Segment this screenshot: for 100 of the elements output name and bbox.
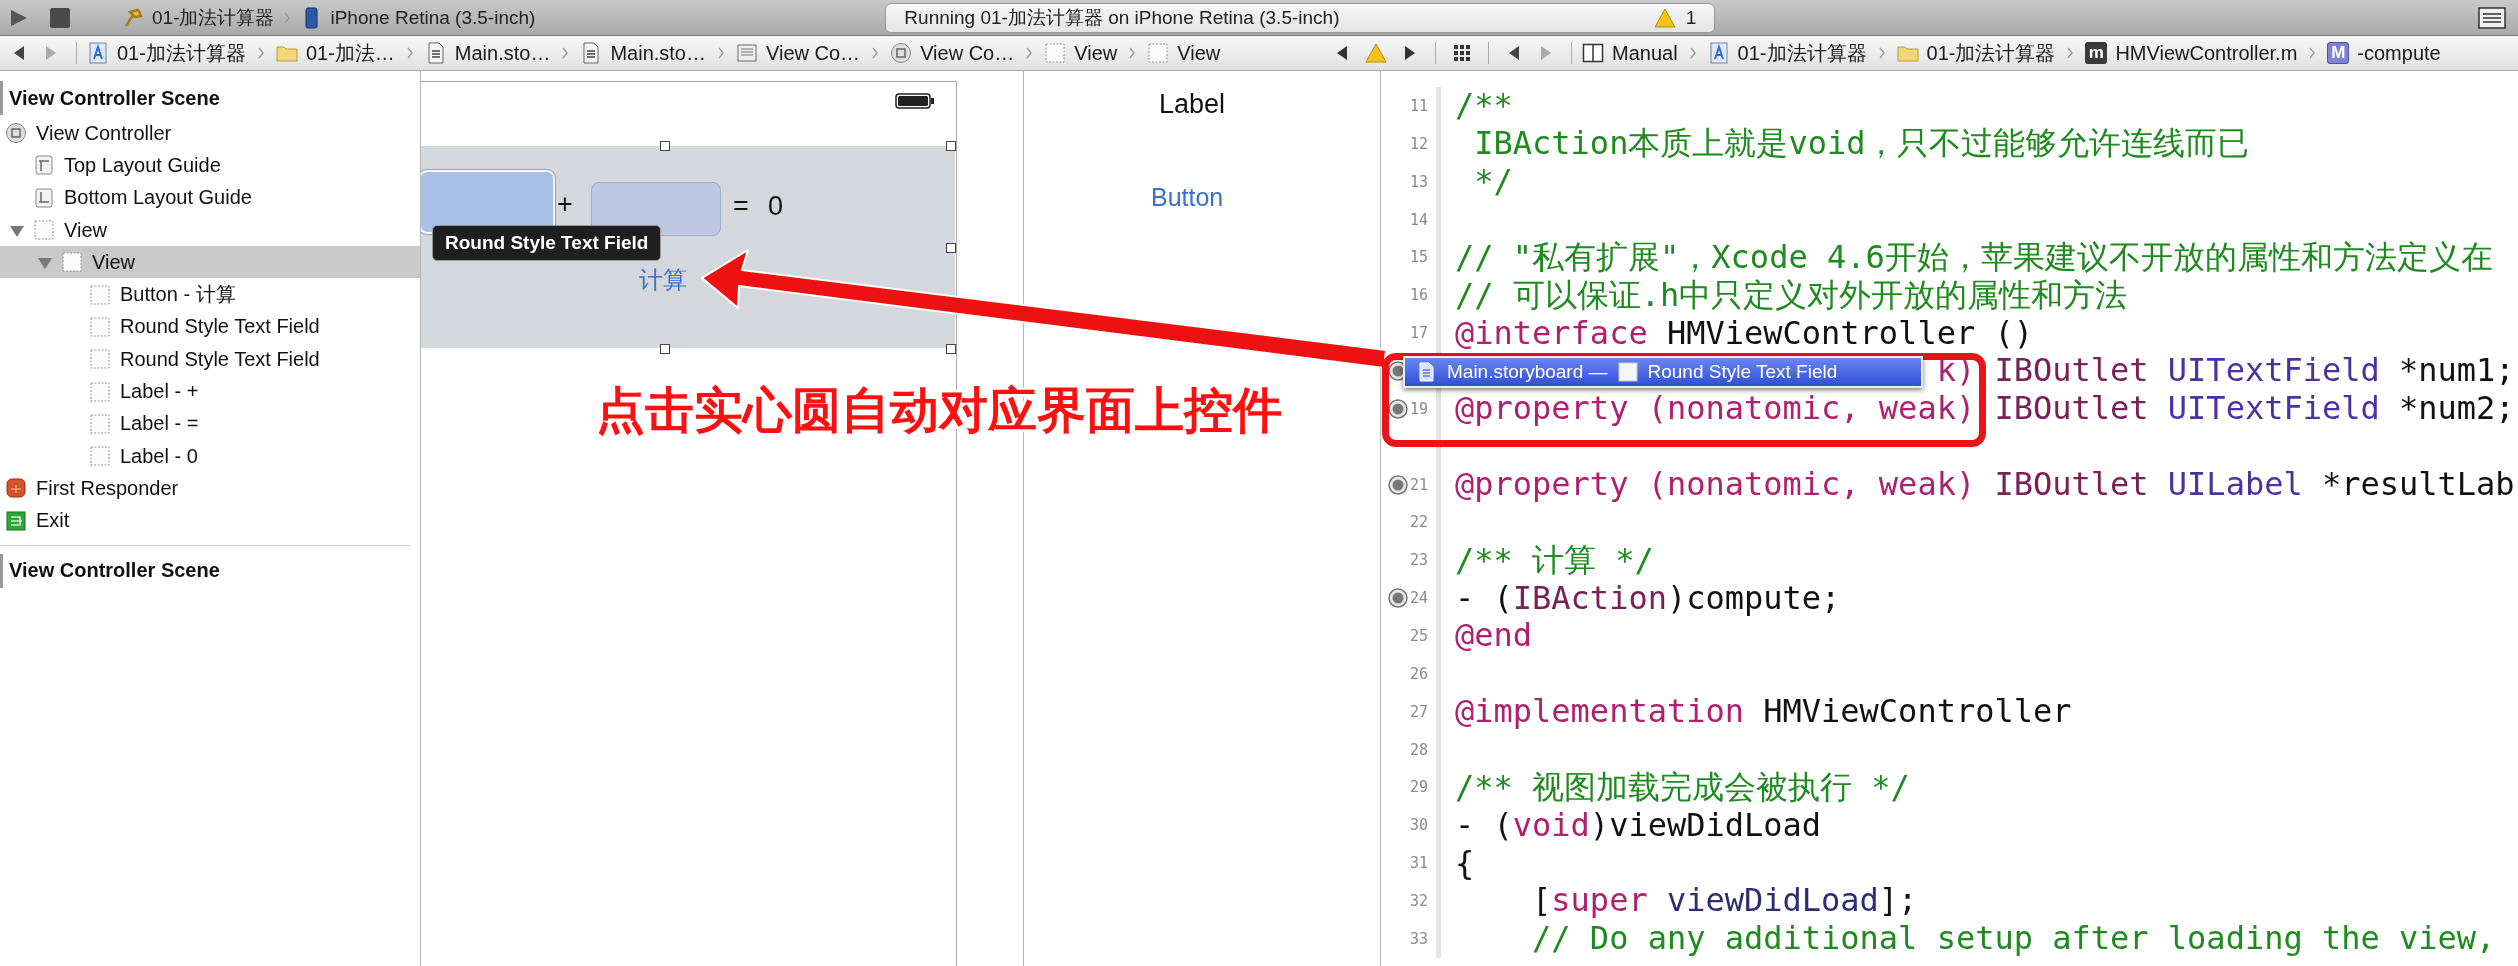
breadcrumb-item[interactable]: 01-加法计算器 xyxy=(1737,39,1867,67)
chevron-icon xyxy=(716,45,726,61)
line-number: 12 xyxy=(1409,134,1428,153)
outline-row[interactable]: Round Style Text Field xyxy=(0,310,420,344)
blueprint-icon xyxy=(87,42,109,64)
breadcrumb-item[interactable]: View Co… xyxy=(766,41,861,65)
code-line: @interface HMViewController () xyxy=(1455,314,2033,352)
breadcrumb-item[interactable]: 01-加法计算器 xyxy=(117,39,246,67)
outline-row[interactable]: View xyxy=(0,213,420,247)
breadcrumb-item[interactable]: -compute xyxy=(2357,41,2441,65)
code-line: // "私有扩展"，Xcode 4.6开始，苹果建议不开放的属性和方法定义在 xyxy=(1455,238,2493,276)
warning-icon[interactable] xyxy=(1365,42,1387,64)
outline-row[interactable]: Exit xyxy=(0,504,420,537)
outline-row[interactable]: Round Style Text Field xyxy=(0,343,420,376)
stop-icon[interactable] xyxy=(48,5,72,30)
breadcrumb-item[interactable]: HMViewController.m xyxy=(2115,41,2298,65)
destination-name[interactable]: iPhone Retina (3.5-inch) xyxy=(330,6,536,29)
popup-file-text: Main.storyboard — xyxy=(1447,361,1608,383)
line-number: 17 xyxy=(1409,324,1428,343)
resize-handle[interactable] xyxy=(660,141,670,151)
outline-row[interactable]: Button - 计算 xyxy=(0,278,420,311)
breadcrumb-item[interactable]: Main.sto… xyxy=(610,41,706,65)
resize-handle[interactable] xyxy=(946,344,956,354)
dotted-square-icon xyxy=(33,219,55,242)
code-line: IBAction本质上就是void，只不过能够允许连线而已 xyxy=(1473,125,2250,163)
dotted-square-icon xyxy=(1147,42,1170,64)
scheme-name[interactable]: 01-加法计算器 xyxy=(152,4,275,31)
breadcrumb-item[interactable]: 01-加法计算器 xyxy=(1926,39,2056,67)
line-number: 32 xyxy=(1409,891,1428,910)
line-number: 24 xyxy=(1409,589,1428,608)
outline-row[interactable]: Bottom Layout Guide xyxy=(0,181,420,214)
code-line: */ xyxy=(1473,163,1513,201)
line-number: 28 xyxy=(1409,740,1428,759)
tooltip: Round Style Text Field xyxy=(432,225,662,261)
breadcrumb-item[interactable]: 01-加法… xyxy=(305,39,395,67)
line-number: 26 xyxy=(1409,664,1428,683)
cube-icon xyxy=(5,477,27,500)
line-number: 22 xyxy=(1409,513,1428,532)
outline-row[interactable]: Label - + xyxy=(0,375,420,408)
outline-row[interactable]: Top Layout Guide xyxy=(0,149,420,182)
line-number: 13 xyxy=(1409,172,1428,191)
grid-icon[interactable] xyxy=(1452,43,1472,63)
outlet-circle-icon[interactable] xyxy=(1387,397,1409,420)
breadcrumb-item[interactable]: View Co… xyxy=(920,41,1015,65)
list-icon[interactable] xyxy=(2478,5,2506,30)
blueprint-icon xyxy=(1707,42,1730,64)
dotted-square-icon xyxy=(1044,42,1067,64)
square-icon xyxy=(1617,362,1638,382)
label-text: Label xyxy=(1159,89,1226,120)
line-number: 11 xyxy=(1409,96,1428,115)
dotted-square-icon xyxy=(89,445,111,468)
hammer-icon xyxy=(122,6,144,29)
document-icon xyxy=(1417,362,1437,382)
warning-icon xyxy=(1653,6,1676,29)
line-number: 16 xyxy=(1409,286,1428,305)
exit-icon xyxy=(5,509,27,532)
code-line: /** 视图加载完成会被执行 */ xyxy=(1455,768,1910,806)
dotted-square-icon xyxy=(89,283,111,306)
dotted-square-icon xyxy=(89,315,111,338)
line-number: 14 xyxy=(1409,210,1428,229)
plus-label: + xyxy=(557,189,573,220)
resize-handle[interactable] xyxy=(946,141,956,151)
outline-row[interactable]: Label - 0 xyxy=(0,439,420,473)
outlet-circle-icon[interactable] xyxy=(1387,473,1409,496)
resize-handle[interactable] xyxy=(946,243,956,253)
code-line: @end xyxy=(1455,617,1533,655)
text-field[interactable] xyxy=(591,182,721,236)
dotted-square-icon xyxy=(61,251,83,274)
popup-object-text: Round Style Text Field xyxy=(1647,361,1838,383)
activity-status-field: Running 01-加法计算器 on iPhone Retina (3.5-inch) 1 xyxy=(885,2,1716,33)
breadcrumb-item[interactable]: Main.sto… xyxy=(454,41,551,65)
code-line: - (IBAction)compute; xyxy=(1455,579,1841,617)
breadcrumb-item[interactable]: Manual xyxy=(1612,41,1678,65)
breadcrumb-item[interactable]: View xyxy=(1177,41,1221,65)
outlet-circle-icon[interactable] xyxy=(1387,587,1409,610)
file-type-badge: m xyxy=(2085,42,2108,64)
resize-handle[interactable] xyxy=(660,344,670,354)
split-pane-icon xyxy=(1582,42,1604,64)
code-line: @property (nonatomic, weak) IBOutlet UITextField *num2; xyxy=(1455,390,2515,428)
outline-row[interactable]: View Controller xyxy=(0,117,420,150)
breadcrumb-item[interactable]: View xyxy=(1074,41,1118,65)
button-text[interactable]: Button xyxy=(1151,183,1224,212)
window-icon xyxy=(736,42,758,64)
line-number: 15 xyxy=(1409,248,1428,267)
method-badge: M xyxy=(2327,42,2350,64)
layout-guide-icon xyxy=(33,186,55,209)
line-number: 31 xyxy=(1409,854,1428,873)
layout-guide-icon xyxy=(33,154,55,177)
outline-row[interactable]: First Responder xyxy=(0,472,420,505)
line-number: 27 xyxy=(1409,702,1428,721)
result-label: 0 xyxy=(768,191,784,222)
code-line: [super viewDidLoad]; xyxy=(1531,882,1918,920)
connection-popup[interactable]: Main.storyboard — Round Style Text Field xyxy=(1403,356,1923,388)
battery-icon xyxy=(895,93,935,109)
line-number: 33 xyxy=(1409,929,1428,948)
outline-row[interactable]: View xyxy=(0,246,420,279)
code-line: /** xyxy=(1455,87,1513,125)
line-number: 29 xyxy=(1409,778,1428,797)
line-number: 23 xyxy=(1409,551,1428,570)
outline-row[interactable]: Label - = xyxy=(0,407,420,440)
